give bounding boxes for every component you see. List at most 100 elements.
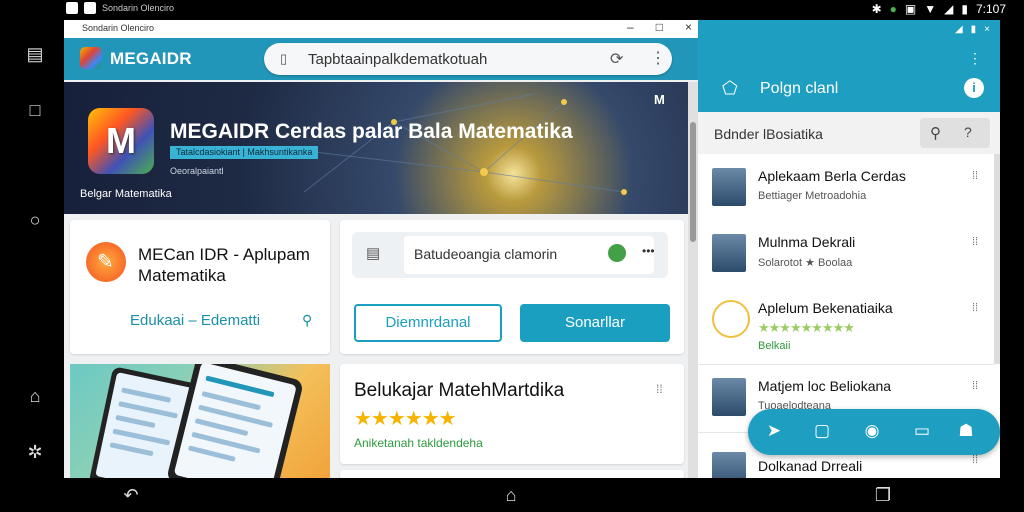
lock-icon: ▯ [280,51,288,66]
more-icon[interactable]: ••• [642,244,655,258]
recents-square-icon[interactable]: □ [24,100,46,120]
primary-button[interactable]: Sonarllar [520,304,670,342]
info-icon[interactable]: i [964,78,984,98]
hero-corner-mark: M [654,92,665,107]
settings-icon[interactable]: ✲ [24,442,46,462]
apps-icon[interactable]: ▤ [24,44,46,64]
search-icon[interactable]: ⚲ [302,312,312,329]
hero-title: MEGAIDR Cerdas palar Bala Matematika [170,120,573,143]
drag-handle-icon[interactable]: ⁞⁞ [656,382,663,396]
home-circle-icon[interactable]: ○ [24,210,46,230]
search-icon[interactable]: ⚲ [930,124,941,142]
app-icon: ✎ [86,242,126,282]
tablet-illustration [70,364,330,478]
app-notification-icon [84,2,96,14]
monitor-icon[interactable]: ▭ [910,421,934,441]
app-card-category[interactable]: Edukaai – Edematti [130,312,260,329]
clipboard-icon: ▤ [366,245,381,262]
outline-button[interactable]: Diemnrdanal [354,304,502,342]
list-item-subtitle: Bettiager Metroadohia [758,190,867,202]
list-item-subtitle: Belkaii [758,340,791,352]
app-card[interactable]: ✎ MECan IDR - Aplupam Matematika Edukaai… [70,220,330,354]
panel-title: Polgn clanl [760,80,839,97]
feature-subtitle[interactable]: Aniketanah takldendeha [354,436,483,450]
home-icon[interactable]: ⬠ [722,78,738,99]
search-card: ▤ Batudeoangia clamorin ••• Diemnrdanal … [340,220,684,354]
reload-icon[interactable]: ⟳ [610,49,623,69]
app-ring-icon [712,300,750,338]
send-icon[interactable]: ➤ [762,421,786,441]
avatar [712,234,746,272]
window-titlebar: Sondarin Olenciro – □ × [64,20,698,39]
drag-handle-icon[interactable]: ⁞⁞ [972,170,978,182]
menu-dots-icon[interactable]: ⋮ [650,48,666,68]
status-left: Sondarin Olenciro [66,2,174,14]
search-box[interactable]: ▤ Batudeoangia clamorin ••• [352,232,668,278]
next-card [340,470,684,478]
panel-search-actions: ⚲ ? [920,118,990,148]
home-icon[interactable]: ⌂ [496,485,526,506]
location-icon: ● [889,2,897,16]
status-left-text: Sondarin Olenciro [102,3,175,13]
drag-handle-icon[interactable]: ⁞⁞ [972,302,978,314]
page-scrollbar[interactable] [688,82,698,478]
app-card-title: MECan IDR - Aplupam Matematika [138,245,310,285]
hero-caption: Belgar Matematika [80,188,172,200]
hero-subline: Oeoralpaiantl [170,166,224,176]
hero-banner: M MEGAIDR Cerdas palar Bala Matematika T… [64,82,688,214]
rating-stars: ★★★★★★ [354,408,457,430]
panel-header: ◢ ▮ × ⋮ ⬠ Polgn clanl i [698,20,1000,112]
compass-icon[interactable]: ◉ [860,421,884,441]
panel-search-text[interactable]: Bdnder lBosiatika [714,126,823,142]
wifi-icon: ◢ [954,24,963,35]
signal-icon: ◢ [944,2,954,16]
list-item[interactable]: Mulnma Dekrali Solarotot ★ Boolaa ⁞⁞ [698,222,994,289]
maximize-icon[interactable]: □ [656,20,663,34]
floating-action-bar: ➤ ▢ ◉ ▭ ☗ [748,409,1000,455]
hero-badge: Tatalcdasiokiant | Makhsuntikanka [170,146,319,159]
robot-icon[interactable]: ☗ [954,421,978,441]
system-nav-bar: ↶ ⌂ ❐ [0,478,1024,512]
panel-status-icons: ◢ ▮ × [955,24,990,35]
panel-menu-icon[interactable]: ⋮ [968,50,982,67]
clock: 7:107 [975,2,1006,16]
drag-handle-icon[interactable]: ⁞⁞ [972,236,978,248]
feature-title: Belukajar MatehMartdika [354,380,565,401]
brand-name[interactable]: MEGAIDR [110,49,192,69]
battery-icon: ▮ [961,2,968,16]
browser-window: Sondarin Olenciro – □ × MEGAIDR ▯ Tapbta… [64,20,698,478]
close-icon[interactable]: × [984,24,990,35]
scrollbar-thumb[interactable] [690,122,696,242]
drag-handle-icon[interactable]: ⁞⁞ [972,380,978,392]
address-bar[interactable]: ▯ Tapbtaainpalkdematkotuah ⟳ ⋮ [264,43,672,75]
back-arrow-icon[interactable]: ⌂ [24,386,46,406]
list-item-title: Dolkanad Drreali [758,458,863,474]
url-text[interactable]: Tapbtaainpalkdematkotuah [308,51,487,68]
status-right: ✱ ● ▣ ▼ ◢ ▮ 7:107 [872,2,1006,16]
nfc-icon: ▣ [904,2,917,16]
search-input-text[interactable]: Batudeoangia clamorin [414,246,557,262]
list-item-subtitle: Solarotot ★ Boolaa [758,257,853,269]
list-item-title: Mulnma Dekrali [758,234,856,250]
drag-handle-icon[interactable]: ⁞⁞ [972,454,978,466]
list-item[interactable]: Aplelum Bekenatiaika ★★★★★★★★★ Belkaii ⁞… [698,288,994,365]
go-icon[interactable] [608,244,626,262]
help-icon[interactable]: ? [964,124,972,140]
notification-icon [66,2,78,14]
minimize-icon[interactable]: – [627,20,634,34]
list-item[interactable]: Aplekaam Berla Cerdas Bettiager Metroado… [698,156,994,223]
feature-card[interactable]: Belukajar MatehMartdika ★★★★★★ Aniketana… [340,364,684,464]
document-icon[interactable]: ▢ [810,421,834,441]
bluetooth-icon: ✱ [871,2,882,16]
close-icon[interactable]: × [685,20,692,34]
left-nav-rail: ▤ □ ○ ⌂ ✲ [0,20,64,478]
avatar [712,168,746,206]
recents-icon[interactable]: ❐ [868,485,898,506]
rating-stars: ★★★★★★★★★ [758,320,855,335]
window-title: Sondarin Olenciro [82,23,155,33]
brand-logo-icon [80,47,102,69]
back-icon[interactable]: ↶ [116,485,146,506]
panel-search[interactable]: Bdnder lBosiatika ⚲ ? [698,112,1000,154]
status-bar: Sondarin Olenciro ✱ ● ▣ ▼ ◢ ▮ 7:107 [0,0,1024,20]
list-item-title: Aplelum Bekenatiaika [758,300,893,316]
